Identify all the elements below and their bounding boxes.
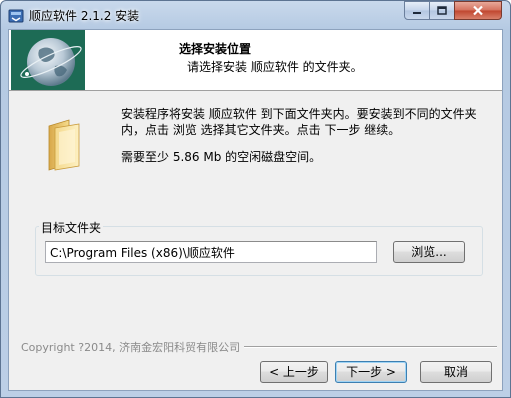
- close-button[interactable]: [454, 1, 502, 20]
- maximize-button[interactable]: [429, 1, 455, 20]
- next-button[interactable]: 下一步 >: [335, 361, 407, 383]
- installer-window: 顺应软件 2.1.2 安装 选择安装位置 请选择安装 顺应软件 的文件夹。 安装…: [0, 0, 511, 398]
- cancel-button[interactable]: 取消: [420, 361, 492, 383]
- install-path-input[interactable]: [45, 241, 377, 263]
- window-title: 顺应软件 2.1.2 安装: [29, 9, 140, 23]
- space-required-text: 需要至少 5.86 Mb 的空闲磁盘空间。: [121, 150, 322, 164]
- globe-logo: [11, 30, 85, 90]
- folder-icon: [48, 119, 80, 171]
- destination-folder-label: 目标文件夹: [39, 219, 104, 236]
- header-panel: 选择安装位置 请选择安装 顺应软件 的文件夹。: [9, 30, 502, 91]
- globe-icon: [11, 30, 85, 90]
- back-button[interactable]: < 上一步: [260, 361, 328, 383]
- installer-app-icon: [8, 9, 24, 23]
- copyright-text: Copyright ?2014, 济南金宏阳科贸有限公司: [21, 339, 245, 355]
- browse-button[interactable]: 浏览...: [393, 241, 465, 263]
- title-bar[interactable]: 顺应软件 2.1.2 安装: [1, 1, 510, 29]
- page-title: 选择安装位置: [179, 42, 252, 56]
- install-description: 安装程序将安装 顺应软件 到下面文件夹内。要安装到不同的文件夹内，点击 浏览 选…: [121, 107, 477, 137]
- dialog-client-area: 选择安装位置 请选择安装 顺应软件 的文件夹。 安装程序将安装 顺应软件 到下面…: [8, 29, 503, 391]
- minimize-icon: [413, 11, 421, 14]
- minimize-button[interactable]: [404, 1, 430, 20]
- maximize-icon: [437, 5, 447, 15]
- close-icon: [473, 5, 483, 16]
- page-subtitle: 请选择安装 顺应软件 的文件夹。: [187, 60, 363, 74]
